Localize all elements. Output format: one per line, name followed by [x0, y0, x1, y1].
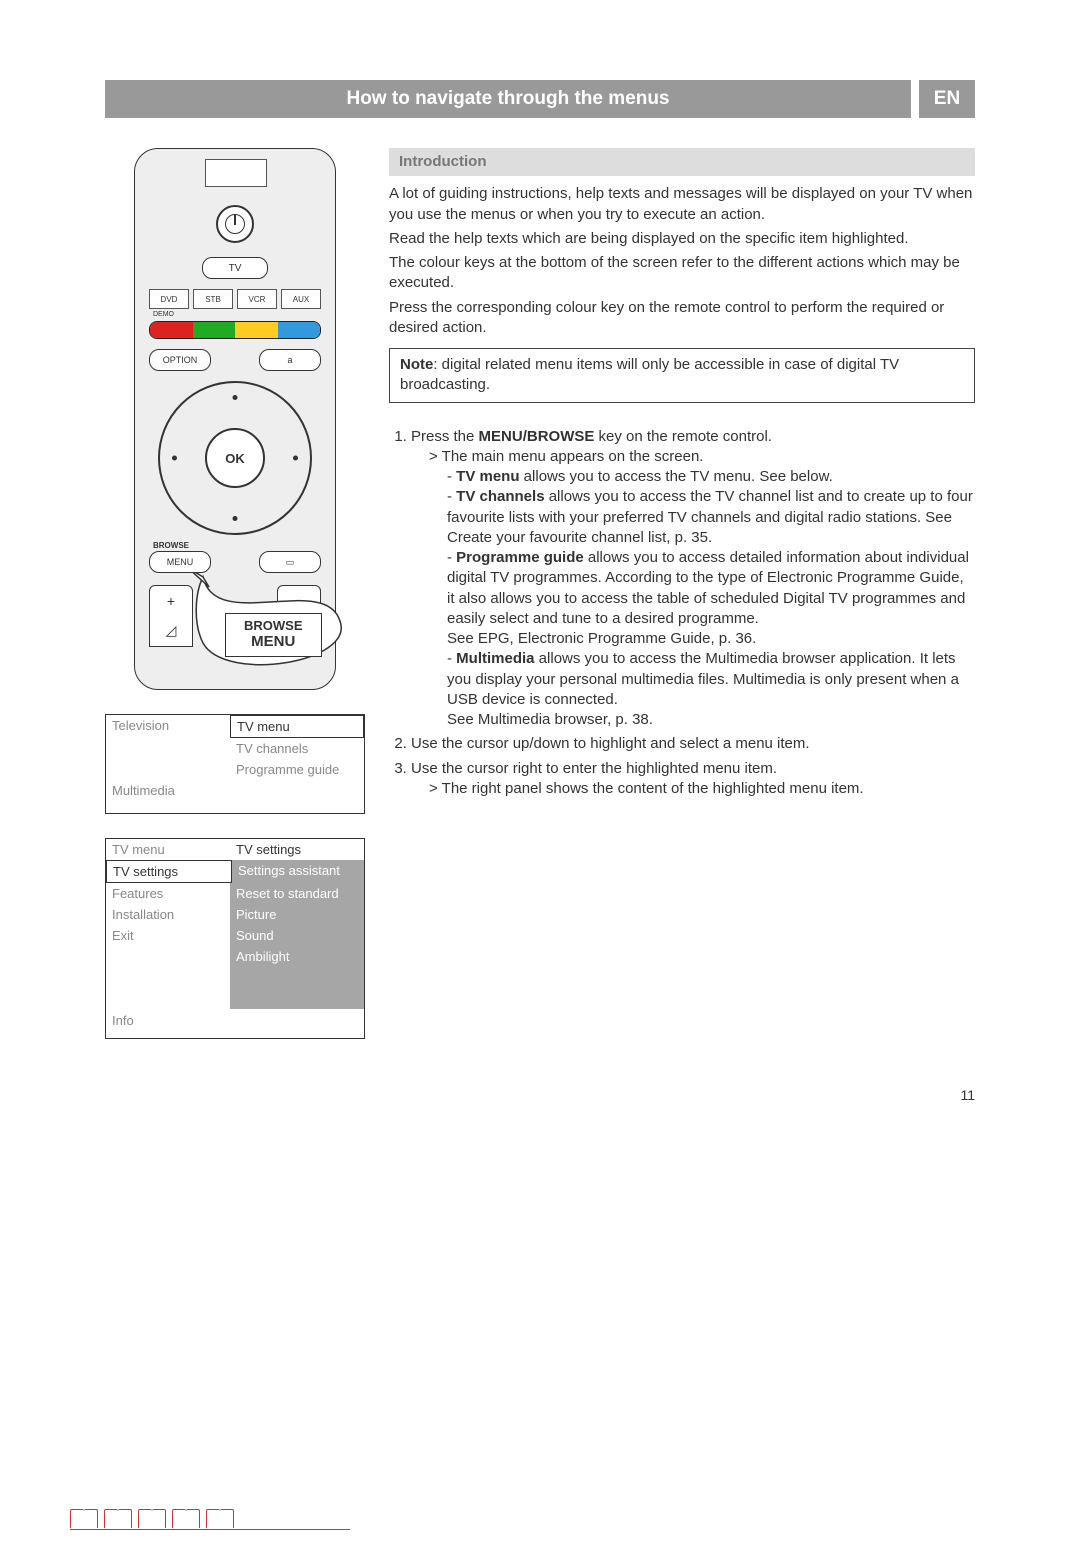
- intro-p3: The colour keys at the bottom of the scr…: [389, 253, 975, 294]
- browse-menu-callout: BROWSE MENU: [203, 591, 353, 683]
- guide-button: ▭: [259, 551, 321, 573]
- ok-button: OK: [205, 428, 265, 488]
- menu2-reset: Reset to standard: [230, 883, 364, 904]
- section-heading: Introduction: [389, 148, 975, 176]
- menu-button: MENU: [149, 551, 211, 573]
- source-stb: STB: [193, 289, 233, 309]
- a-button: a: [259, 349, 321, 371]
- main-menu-preview: Television TV menu TV channels Programme…: [105, 714, 365, 814]
- tv-button: TV: [202, 257, 268, 279]
- page-title: How to navigate through the menus: [105, 80, 911, 118]
- intro-p1: A lot of guiding instructions, help text…: [389, 184, 975, 225]
- footer-book-icons: [70, 1509, 350, 1530]
- ir-window: [205, 159, 267, 187]
- source-dvd: DVD: [149, 289, 189, 309]
- book-icon: [172, 1509, 200, 1529]
- menu2-ambilight: Ambilight: [230, 946, 364, 967]
- source-aux: AUX: [281, 289, 321, 309]
- note-label: Note: [400, 356, 433, 373]
- step-1b: TV channels allows you to access the TV …: [447, 487, 975, 548]
- power-icon: [216, 205, 254, 243]
- book-icon: [104, 1509, 132, 1529]
- option-button: OPTION: [149, 349, 211, 371]
- menu2-features: Features: [106, 883, 230, 904]
- menu1-multimedia: Multimedia: [106, 780, 230, 801]
- menu2-settings-assistant: Settings assistant: [232, 860, 364, 883]
- book-icon: [206, 1509, 234, 1529]
- menu1-tv-menu: TV menu: [230, 715, 364, 738]
- step-1a: TV menu allows you to access the TV menu…: [447, 467, 975, 487]
- step-3-sub: The right panel shows the content of the…: [429, 779, 975, 799]
- browse-label: BROWSE: [153, 541, 189, 550]
- step-1-sub: The main menu appears on the screen.: [429, 447, 975, 467]
- menu1-tv-channels: TV channels: [230, 738, 364, 759]
- intro-p2: Read the help texts which are being disp…: [389, 229, 975, 249]
- book-icon: [138, 1509, 166, 1529]
- intro-p4: Press the corresponding colour key on th…: [389, 298, 975, 339]
- menu2-picture: Picture: [230, 904, 364, 925]
- menu2-installation: Installation: [106, 904, 230, 925]
- menu2-sound: Sound: [230, 925, 364, 946]
- page-number: 11: [960, 1087, 975, 1103]
- menu2-exit: Exit: [106, 925, 230, 946]
- note-text: : digital related menu items will only b…: [400, 356, 899, 393]
- menu1-television: Television: [106, 715, 230, 738]
- menu2-tv-settings: TV settings: [106, 860, 232, 883]
- demo-label: DEMO: [153, 311, 174, 318]
- menu2-info: Info: [106, 1009, 364, 1038]
- menu2-header-left: TV menu: [106, 839, 230, 860]
- menu2-header-right: TV settings: [230, 839, 364, 860]
- language-badge: EN: [919, 80, 975, 118]
- step-2: Use the cursor up/down to highlight and …: [411, 734, 975, 754]
- callout-browse: BROWSE: [244, 618, 303, 633]
- note-box: Note: digital related menu items will on…: [389, 348, 975, 403]
- remote-control-illustration: TV DVD STB VCR AUX DEMO OPTION a: [134, 148, 336, 690]
- book-icon: [70, 1509, 98, 1529]
- step-1d-see: See Multimedia browser, p. 38.: [447, 710, 975, 730]
- tv-menu-preview: TV menu TV settings TV settings Settings…: [105, 838, 365, 1039]
- step-1: Press the MENU/BROWSE key on the remote …: [411, 427, 975, 731]
- callout-menu: MENU: [244, 633, 303, 650]
- step-1c: Programme guide allows you to access det…: [447, 548, 975, 629]
- navigation-ring: OK: [158, 381, 312, 535]
- color-keys: [149, 321, 321, 339]
- step-1c-see: See EPG, Electronic Programme Guide, p. …: [447, 629, 975, 649]
- source-vcr: VCR: [237, 289, 277, 309]
- step-1d: Multimedia allows you to access the Mult…: [447, 649, 975, 710]
- menu1-programme-guide: Programme guide: [230, 759, 364, 780]
- step-3: Use the cursor right to enter the highli…: [411, 759, 975, 800]
